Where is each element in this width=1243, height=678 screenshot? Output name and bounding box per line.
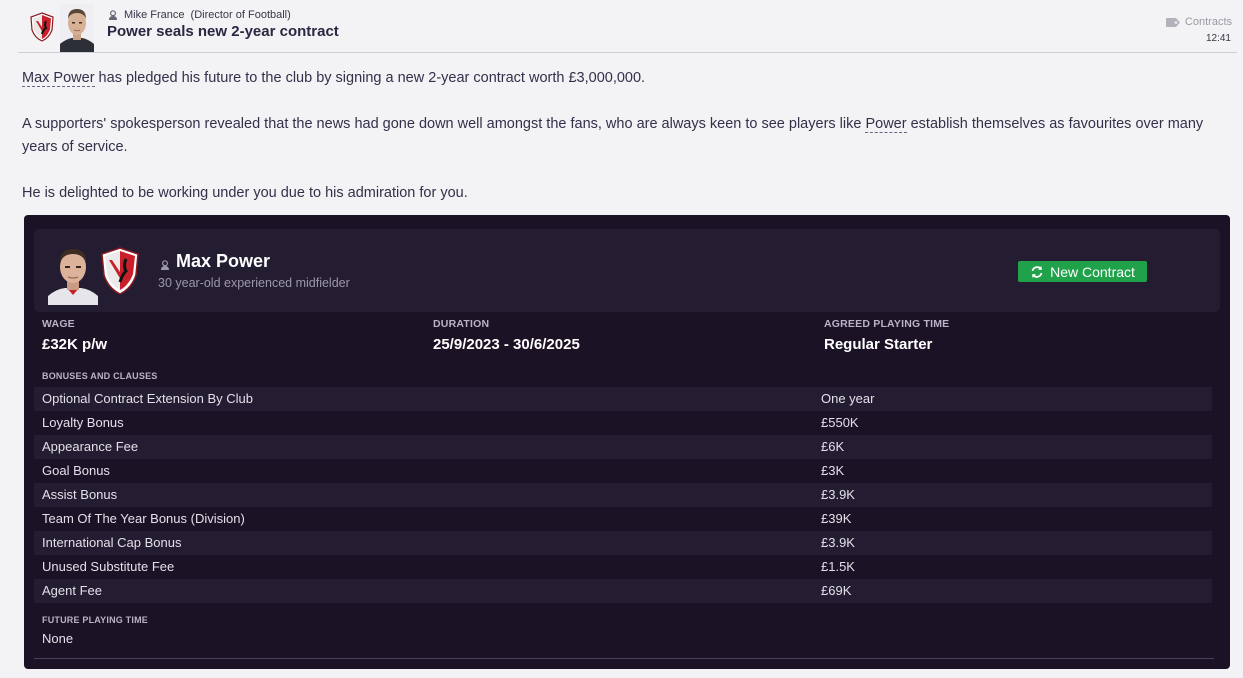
table-row: Optional Contract Extension By Club One y…: [34, 387, 1212, 411]
bonus-value: £6K: [821, 439, 845, 454]
table-row: Assist Bonus £3.9K: [34, 483, 1212, 507]
bonus-value: One year: [821, 391, 875, 406]
bonus-value: £3.9K: [821, 487, 855, 502]
future-playing-time-value: None: [42, 631, 74, 646]
table-row: Appearance Fee £6K: [34, 435, 1212, 459]
wage-value: £32K p/w: [42, 336, 108, 353]
paragraph-3: He is delighted to be working under you …: [22, 185, 468, 201]
table-row: International Cap Bonus £3.9K: [34, 531, 1212, 555]
bonuses-label: BONUSES AND CLAUSES: [42, 371, 158, 381]
bonus-name: Assist Bonus: [42, 487, 118, 502]
person-icon: [108, 10, 118, 20]
table-row: Unused Substitute Fee £1.5K: [34, 555, 1212, 579]
playing-time-label: AGREED PLAYING TIME: [824, 318, 950, 330]
bonus-name: Appearance Fee: [42, 439, 139, 454]
bonus-name: Agent Fee: [42, 583, 102, 598]
refresh-icon: [1030, 265, 1044, 279]
sender-name[interactable]: Mike France: [124, 9, 185, 21]
bonus-value: £3.9K: [821, 535, 855, 550]
paragraph-text: A supporters' spokesperson revealed that…: [22, 116, 866, 132]
bonus-name: Loyalty Bonus: [42, 415, 124, 430]
tag-icon: [1165, 17, 1180, 27]
player-link[interactable]: Power: [865, 116, 907, 133]
contract-panel: Max Power 30 year-old experienced midfie…: [24, 215, 1230, 669]
message-time: 12:41: [1205, 33, 1231, 44]
sender-line: Mike France (Director of Football): [108, 9, 291, 21]
table-row: Agent Fee £69K: [34, 579, 1212, 603]
player-link[interactable]: Max Power: [22, 70, 95, 87]
wage-label: WAGE: [42, 318, 75, 330]
divider: [34, 658, 1214, 659]
person-icon: [160, 257, 170, 270]
new-contract-button[interactable]: New Contract: [1018, 261, 1147, 282]
player-photo[interactable]: [48, 242, 98, 305]
bonus-name: Unused Substitute Fee: [42, 559, 175, 574]
club-badge-icon[interactable]: [29, 12, 55, 42]
category-label: Contracts: [1184, 16, 1232, 28]
duration-value: 25/9/2023 - 30/6/2025: [433, 336, 580, 353]
player-name-row: Max Power: [160, 251, 270, 272]
bonus-value: £69K: [821, 583, 852, 598]
playing-time-value: Regular Starter: [824, 336, 933, 353]
table-row: Team Of The Year Bonus (Division) £39K: [34, 507, 1212, 531]
header-divider: [18, 52, 1237, 53]
duration-label: DURATION: [433, 318, 490, 330]
sender-avatar[interactable]: [60, 4, 94, 52]
bonus-name: International Cap Bonus: [42, 535, 182, 550]
player-name[interactable]: Max Power: [176, 251, 270, 272]
message-header: Mike France (Director of Football) Power…: [0, 0, 1243, 54]
bonus-value: £3K: [821, 463, 845, 478]
bonus-name: Team Of The Year Bonus (Division): [42, 511, 245, 526]
paragraph-text: has pledged his future to the club by si…: [94, 70, 646, 86]
bonus-name: Optional Contract Extension By Club: [42, 391, 253, 406]
message-headline: Power seals new 2-year contract: [107, 23, 339, 40]
bonus-name: Goal Bonus: [42, 463, 110, 478]
table-row: Loyalty Bonus £550K: [34, 411, 1212, 435]
bonus-value: £39K: [821, 511, 852, 526]
category-tag[interactable]: Contracts: [1165, 16, 1232, 28]
club-badge-icon[interactable]: [100, 247, 140, 295]
player-card: Max Power 30 year-old experienced midfie…: [34, 229, 1220, 312]
paragraph-1: Max Power has pledged his future to the …: [22, 67, 1222, 90]
bonus-value: £550K: [821, 415, 859, 430]
paragraph-2: A supporters' spokesperson revealed that…: [22, 113, 1222, 159]
table-row: Goal Bonus £3K: [34, 459, 1212, 483]
bonus-value: £1.5K: [821, 559, 855, 574]
player-description: 30 year-old experienced midfielder: [158, 276, 350, 290]
new-contract-label: New Contract: [1050, 263, 1135, 280]
sender-role: (Director of Football): [190, 9, 291, 21]
future-playing-time-label: FUTURE PLAYING TIME: [42, 615, 148, 625]
bonus-list: Optional Contract Extension By Club One y…: [34, 387, 1212, 603]
